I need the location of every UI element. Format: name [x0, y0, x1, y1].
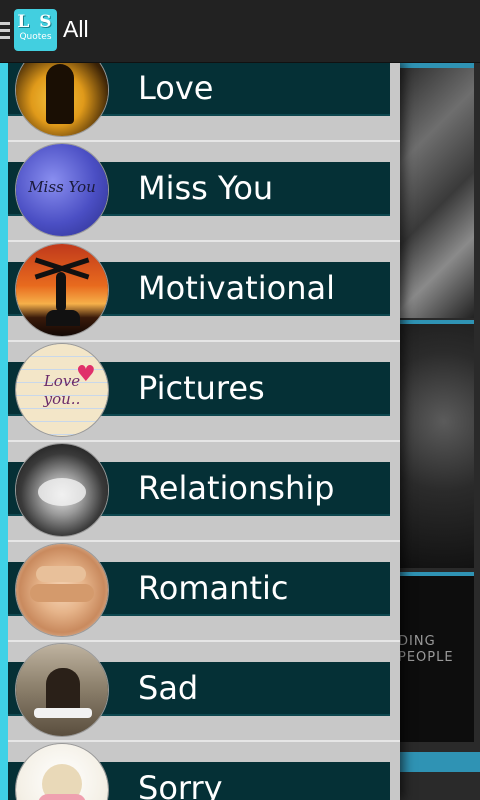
separator: [8, 440, 400, 442]
separator: [8, 740, 400, 742]
background-image-card: [398, 62, 474, 318]
background-strip: [398, 752, 480, 772]
drawer-item-romantic[interactable]: Romantic: [0, 540, 400, 640]
love-thumbnail: [16, 62, 108, 136]
romantic-thumbnail: [16, 544, 108, 636]
pictures-thumbnail: Love you.. ♥: [16, 344, 108, 436]
thumbnail-text: Miss You: [28, 178, 96, 196]
menu-icon[interactable]: [0, 22, 10, 40]
background-image-card: DING PEOPLE: [398, 572, 474, 742]
app-logo-icon[interactable]: L S Quotes: [14, 9, 57, 51]
drawer-item-sad[interactable]: Sad: [0, 640, 400, 740]
drawer-item-love[interactable]: Love: [0, 62, 400, 140]
item-label: Sorry: [138, 769, 223, 800]
item-label: Love: [138, 69, 214, 107]
heart-icon: ♥: [76, 362, 96, 387]
miss-you-thumbnail: Miss You: [16, 144, 108, 236]
item-label: Relationship: [138, 469, 335, 507]
item-label: Sad: [138, 669, 199, 707]
drawer-item-miss-you[interactable]: Miss You Miss You: [0, 140, 400, 240]
drawer-item-sorry[interactable]: Sorry: [0, 740, 400, 800]
action-bar: L S Quotes All: [0, 0, 480, 62]
navigation-drawer: Love Miss You Miss You Motivational Love…: [0, 62, 400, 800]
drawer-item-relationship[interactable]: Relationship: [0, 440, 400, 540]
relationship-thumbnail: [16, 444, 108, 536]
background-card-text: DING PEOPLE: [398, 634, 454, 665]
item-label: Pictures: [138, 369, 265, 407]
sad-thumbnail: [16, 644, 108, 736]
drawer-item-pictures[interactable]: Love you.. ♥ Pictures: [0, 340, 400, 440]
item-label: Motivational: [138, 269, 335, 307]
separator: [8, 640, 400, 642]
separator: [8, 540, 400, 542]
separator: [8, 140, 400, 142]
screen-title: All: [63, 16, 89, 42]
motivational-thumbnail: [16, 244, 108, 336]
background-image-card: [398, 320, 474, 568]
item-label: Romantic: [138, 569, 289, 607]
separator: [8, 240, 400, 242]
separator: [8, 340, 400, 342]
logo-letters: L S: [17, 12, 54, 32]
sorry-thumbnail: [16, 744, 108, 800]
drawer-item-motivational[interactable]: Motivational: [0, 240, 400, 340]
logo-caption: Quotes: [19, 32, 52, 42]
item-label: Miss You: [138, 169, 274, 207]
